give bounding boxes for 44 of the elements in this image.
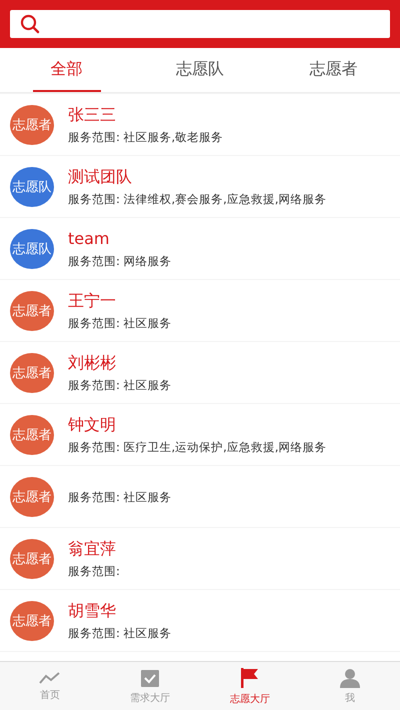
item-name: team: [68, 228, 111, 248]
service-scope: 服务范围: 网络服务: [68, 252, 172, 268]
tab[interactable]: 志愿者: [291, 48, 376, 92]
avatar-badge: 志愿者: [10, 476, 54, 516]
avatar-badge: 志愿者: [10, 600, 54, 640]
avatar-badge: 志愿者: [10, 538, 54, 578]
list-item[interactable]: 志愿者 服务范围: 社区服务: [0, 466, 400, 527]
list-item[interactable]: 志愿队 测试团队 服务范围: 法律维权,赛会服务,应急救援,网络服务: [0, 156, 400, 217]
flag-icon: [240, 666, 260, 688]
calendar-check-icon: [140, 668, 160, 688]
item-name: 钟文明: [68, 414, 117, 434]
service-scope: 服务范围: 社区服务: [68, 488, 172, 504]
tab[interactable]: 志愿队: [158, 48, 242, 92]
item-name: 翁宜萍: [68, 538, 117, 558]
service-scope: 服务范围: 社区服务: [68, 314, 172, 330]
list-item[interactable]: 志愿者 刘彬彬 服务范围: 社区服务: [0, 342, 400, 403]
avatar-badge: 志愿队: [10, 166, 54, 206]
line-chart-icon: [39, 670, 61, 684]
list-item[interactable]: 志愿者 王宁一 服务范围: 社区服务: [0, 280, 400, 341]
list-item[interactable]: 志愿队 team 服务范围: 网络服务: [0, 218, 400, 279]
item-name: 王宁一: [68, 290, 117, 310]
avatar-badge: 志愿者: [10, 104, 54, 144]
service-scope: 服务范围: 医疗卫生,运动保护,应急救援,网络服务: [68, 438, 326, 454]
item-name: 胡雪华: [68, 600, 117, 620]
service-scope: 服务范围: 社区服务,敬老服务: [68, 128, 224, 144]
service-scope: 服务范围:: [68, 562, 120, 578]
search-field[interactable]: [10, 10, 390, 38]
service-scope: 服务范围: 社区服务: [68, 624, 172, 640]
list-item[interactable]: 志愿者 胡雪华 服务范围: 社区服务: [0, 590, 400, 651]
item-name: 刘彬彬: [68, 352, 117, 372]
search-icon: [20, 14, 40, 34]
nav-tab[interactable]: 志愿大厅: [200, 662, 300, 710]
avatar-badge: 志愿者: [10, 414, 54, 454]
item-name: 测试团队: [68, 166, 133, 186]
avatar-badge: 志愿者: [10, 290, 54, 330]
avatar-badge: 志愿者: [10, 352, 54, 392]
item-name: 张三三: [68, 104, 117, 124]
list-item[interactable]: 志愿者 钟文明 服务范围: 医疗卫生,运动保护,应急救援,网络服务: [0, 404, 400, 465]
person-icon: [340, 668, 360, 688]
list-item[interactable]: 志愿者 翁宜萍 服务范围:: [0, 528, 400, 589]
service-scope: 服务范围: 社区服务: [68, 376, 172, 392]
service-scope: 服务范围: 法律维权,赛会服务,应急救援,网络服务: [68, 190, 326, 206]
list-item[interactable]: 志愿者 张三三 服务范围: 社区服务,敬老服务: [0, 94, 400, 155]
avatar-badge: 志愿队: [10, 228, 54, 268]
